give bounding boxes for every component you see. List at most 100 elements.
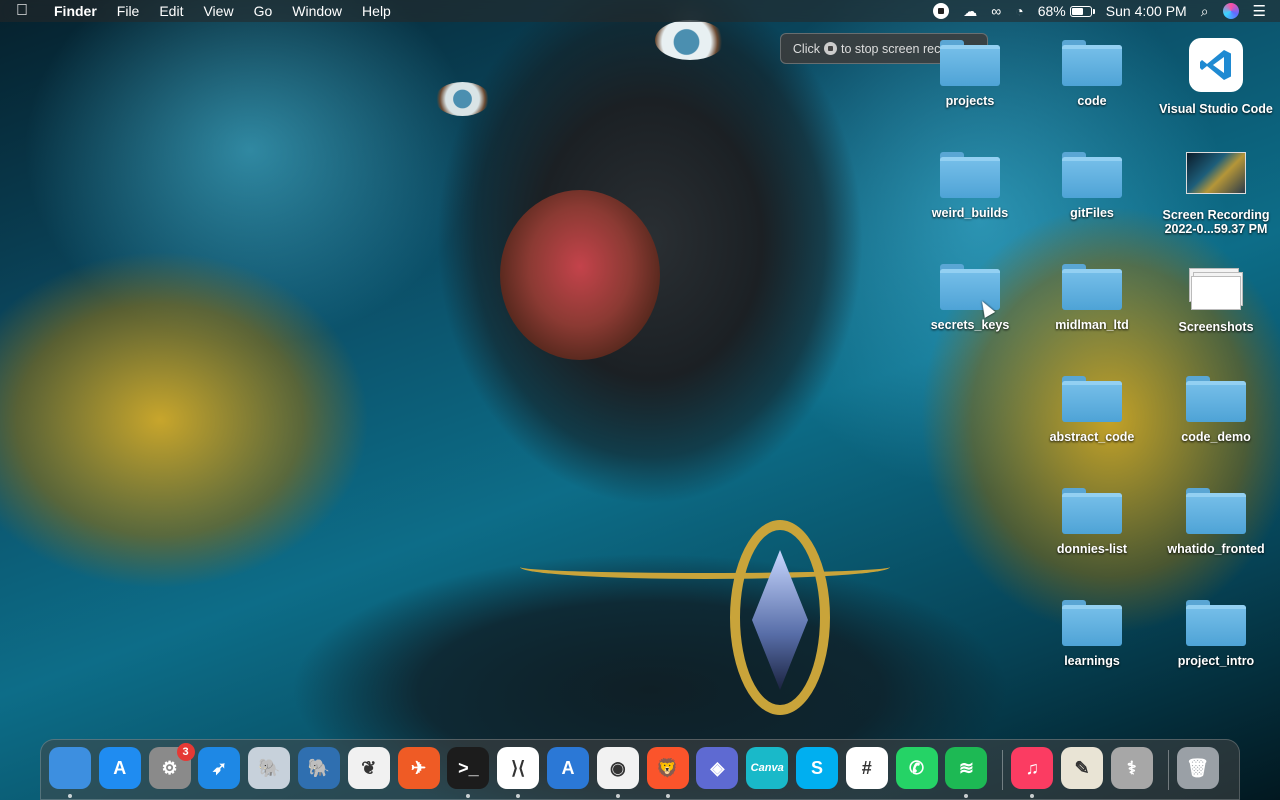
desktop-folder-abstract-code[interactable]: abstract_code bbox=[1032, 376, 1152, 444]
terminal-icon[interactable]: >_ bbox=[447, 747, 490, 789]
dock: A ⚙ 3 ➶ 🐘 🐘 ❦ ✈ >_ ⟩⟨ A ◉ 🦁 ◈ Canva S # ✆ ≋ ♫ ✎ ⚕ 🗑 bbox=[40, 739, 1240, 800]
app-store-icon[interactable]: A bbox=[98, 747, 141, 789]
desktop-folder-gitfiles[interactable]: gitFiles bbox=[1032, 152, 1152, 220]
wallpaper-eye-left bbox=[435, 82, 490, 116]
desktop-icon-label: Screenshots bbox=[1178, 320, 1254, 334]
desktop-icon-label: Screen Recording 2022-0...59.37 PM bbox=[1162, 208, 1270, 236]
safari-icon[interactable]: ➶ bbox=[198, 747, 241, 789]
wifi-icon[interactable]: ◔ bbox=[1015, 0, 1023, 22]
postman-icon[interactable]: ✈ bbox=[397, 747, 440, 789]
xcode-icon[interactable]: A bbox=[547, 747, 589, 789]
folder-icon bbox=[1062, 488, 1122, 534]
finder-icon[interactable] bbox=[49, 747, 91, 789]
canva-icon[interactable]: Canva bbox=[746, 747, 789, 789]
dock-divider bbox=[1002, 750, 1004, 790]
folder-icon bbox=[1186, 488, 1246, 534]
folder-icon bbox=[1186, 600, 1246, 646]
desktop-icon-label: weird_builds bbox=[931, 206, 1009, 220]
control-center-icon[interactable]: ☰ bbox=[1253, 0, 1266, 22]
running-indicator bbox=[1030, 794, 1035, 798]
chrome-icon[interactable]: ◉ bbox=[596, 747, 639, 789]
brave-icon[interactable]: 🦁 bbox=[646, 747, 689, 789]
wallpaper-eye-right bbox=[655, 20, 725, 60]
stop-recording-icon[interactable] bbox=[933, 0, 950, 22]
siri-icon[interactable] bbox=[1222, 0, 1239, 22]
desktop-icon-label: abstract_code bbox=[1049, 430, 1135, 444]
system-preferences-icon[interactable]: ⚙ 3 bbox=[148, 743, 195, 789]
music-icon[interactable]: ♫ bbox=[1011, 747, 1054, 789]
skype-icon[interactable]: S bbox=[796, 747, 838, 789]
desktop-icon-label: code bbox=[1077, 94, 1107, 108]
screenshots-stack-icon bbox=[1187, 266, 1245, 310]
folder-icon bbox=[1062, 600, 1122, 646]
folder-icon bbox=[1062, 152, 1122, 198]
desktop-icon-label: project_intro bbox=[1177, 654, 1255, 668]
textedit-icon[interactable]: ✎ bbox=[1061, 747, 1103, 789]
slack-icon[interactable]: # bbox=[845, 747, 888, 789]
whatsapp-icon[interactable]: ✆ bbox=[895, 747, 938, 789]
desktop-folder-project-intro[interactable]: project_intro bbox=[1154, 600, 1278, 668]
creative-cloud-icon[interactable]: ∞ bbox=[991, 0, 1001, 22]
menu-help[interactable]: Help bbox=[352, 0, 401, 22]
desktop-folder-learnings[interactable]: learnings bbox=[1032, 600, 1152, 668]
desktop-folder-code[interactable]: code bbox=[1032, 40, 1152, 108]
folder-icon bbox=[1062, 40, 1122, 86]
vscode-icon[interactable]: ⟩⟨ bbox=[497, 747, 540, 789]
menu-window[interactable]: Window bbox=[282, 0, 352, 22]
spotify-icon[interactable]: ≋ bbox=[945, 747, 988, 789]
desktop-icon-label: whatido_fronted bbox=[1167, 542, 1265, 556]
desktop-app-vscode[interactable]: Visual Studio Code bbox=[1154, 38, 1278, 116]
running-indicator bbox=[964, 794, 969, 798]
desktop-icon-label: midlman_ltd bbox=[1055, 318, 1129, 332]
mongodb-compass-icon[interactable]: ❦ bbox=[347, 747, 390, 789]
desktop-folder-projects[interactable]: projects bbox=[910, 40, 1030, 108]
dock-divider bbox=[1167, 750, 1169, 790]
desktop-folder-secrets-keys[interactable]: secrets_keys bbox=[910, 264, 1030, 332]
tooltip-text-before: Click bbox=[792, 41, 820, 56]
running-indicator bbox=[516, 794, 521, 798]
apple-menu-icon[interactable]:  bbox=[0, 2, 44, 20]
running-indicator bbox=[665, 794, 670, 798]
folder-icon bbox=[940, 264, 1000, 310]
preview-icon[interactable]: ⚕ bbox=[1110, 747, 1153, 789]
desktop-file-screen-recording[interactable]: Screen Recording 2022-0...59.37 PM bbox=[1154, 152, 1278, 236]
desktop-icon-label: gitFiles bbox=[1070, 206, 1114, 220]
video-thumbnail-icon bbox=[1186, 152, 1246, 194]
menu-go[interactable]: Go bbox=[244, 0, 283, 22]
desktop-icon-label: donnies-list bbox=[1056, 542, 1128, 556]
battery-status[interactable]: 68% bbox=[1037, 0, 1095, 22]
menu-file[interactable]: File bbox=[107, 0, 150, 22]
menu-view[interactable]: View bbox=[193, 0, 243, 22]
wallpaper-lips bbox=[500, 190, 660, 360]
vscode-icon bbox=[1189, 38, 1243, 92]
notification-badge: 3 bbox=[176, 743, 195, 761]
cloud-sync-icon[interactable]: ☁ bbox=[963, 0, 977, 22]
spotlight-search-icon[interactable]: ⌕ bbox=[1201, 0, 1209, 22]
menu-bar:  Finder File Edit View Go Window Help ☁… bbox=[0, 0, 1280, 22]
battery-icon bbox=[1069, 5, 1095, 17]
desktop-icon-label: Visual Studio Code bbox=[1159, 102, 1273, 116]
menu-app-name[interactable]: Finder bbox=[44, 0, 107, 22]
running-indicator bbox=[615, 794, 620, 798]
battery-percent: 68% bbox=[1037, 3, 1066, 19]
desktop-icon-label: secrets_keys bbox=[930, 318, 1010, 332]
folder-icon bbox=[940, 152, 1000, 198]
desktop-folder-code-demo[interactable]: code_demo bbox=[1154, 376, 1278, 444]
desktop-folder-whatido-fronted[interactable]: whatido_fronted bbox=[1154, 488, 1278, 556]
desktop-icon-label: projects bbox=[945, 94, 995, 108]
desktop-icon-label: code_demo bbox=[1181, 430, 1251, 444]
pgadmin-icon[interactable]: 🐘 bbox=[298, 747, 340, 789]
menu-edit[interactable]: Edit bbox=[149, 0, 193, 22]
clock[interactable]: Sun 4:00 PM bbox=[1106, 0, 1187, 22]
linear-icon[interactable]: ◈ bbox=[696, 747, 739, 789]
desktop-icon-label: learnings bbox=[1064, 654, 1120, 668]
folder-icon bbox=[1186, 376, 1246, 422]
running-indicator bbox=[466, 794, 471, 798]
desktop-folder-midlman-ltd[interactable]: midlman_ltd bbox=[1032, 264, 1152, 332]
trash-icon[interactable]: 🗑 bbox=[1176, 747, 1219, 789]
desktop-folder-donnies-list[interactable]: donnies-list bbox=[1032, 488, 1152, 556]
postgres-icon[interactable]: 🐘 bbox=[248, 747, 291, 789]
desktop-folder-weird-builds[interactable]: weird_builds bbox=[910, 152, 1030, 220]
folder-icon bbox=[940, 40, 1000, 86]
desktop-stack-screenshots[interactable]: Screenshots bbox=[1154, 266, 1278, 334]
